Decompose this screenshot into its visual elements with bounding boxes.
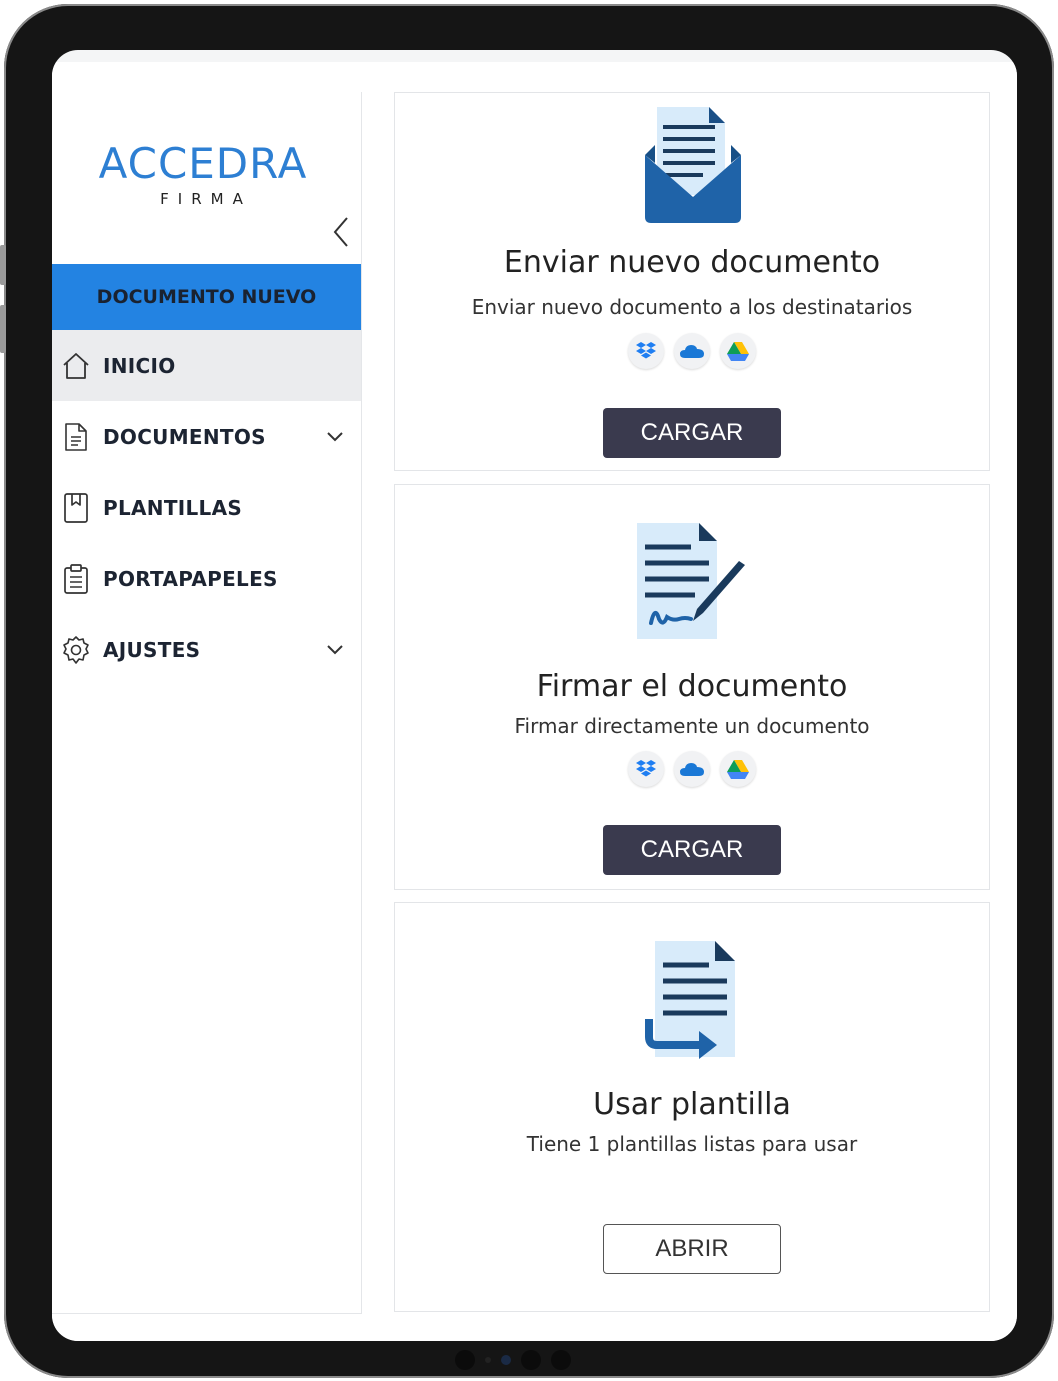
onedrive-icon[interactable] [674, 333, 710, 369]
volume-down-button [0, 305, 6, 353]
sign-document-icon [637, 523, 745, 639]
dropbox-icon[interactable] [628, 333, 664, 369]
sidebar-item-label: PLANTILLAS [103, 495, 243, 520]
template-icon [60, 492, 92, 524]
home-icon [60, 350, 92, 382]
collapse-sidebar-button[interactable] [326, 212, 356, 252]
card-title: Firmar el documento [536, 669, 848, 704]
gear-icon [60, 634, 92, 666]
sidebar-item-documentos[interactable]: DOCUMENTOS [52, 401, 361, 472]
sidebar-item-plantillas[interactable]: PLANTILLAS [52, 472, 361, 543]
camera-dot [485, 1357, 491, 1363]
card-description: Enviar nuevo documento a los destinatari… [471, 295, 913, 319]
card-title: Enviar nuevo documento [503, 245, 881, 280]
camera-dot [551, 1350, 571, 1370]
sidebar: ACCEDRA FIRMA DOCUMENTO NUEVO INICIO DOC… [52, 92, 362, 1314]
brand-subtitle: FIRMA [160, 190, 252, 208]
volume-up-button [0, 245, 6, 285]
document-icon [60, 421, 92, 453]
template-document-icon [645, 941, 735, 1059]
cloud-sources [395, 751, 989, 787]
card-send-document: Enviar nuevo documento Enviar nuevo docu… [394, 92, 990, 471]
onedrive-icon[interactable] [674, 751, 710, 787]
google-drive-icon[interactable] [720, 333, 756, 369]
new-document-button[interactable]: DOCUMENTO NUEVO [52, 264, 361, 330]
camera-dot [455, 1350, 475, 1370]
upload-button[interactable]: CARGAR [603, 825, 781, 875]
tablet-screen: ACCEDRA FIRMA DOCUMENTO NUEVO INICIO DOC… [52, 50, 1017, 1341]
sidebar-item-ajustes[interactable]: AJUSTES [52, 614, 361, 685]
chevron-down-icon[interactable] [325, 640, 345, 660]
sidebar-nav: INICIO DOCUMENTOS PLANTILLAS PORTAPAPELE… [52, 330, 361, 685]
chevron-down-icon[interactable] [325, 427, 345, 447]
app: ACCEDRA FIRMA DOCUMENTO NUEVO INICIO DOC… [52, 62, 1017, 1341]
sidebar-item-label: DOCUMENTOS [103, 424, 266, 449]
card-use-template: Usar plantilla Tiene 1 plantillas listas… [394, 902, 990, 1312]
brand-name: ACCEDRA [98, 139, 308, 188]
card-sign-document: Firmar el documento Firmar directamente … [394, 484, 990, 890]
sidebar-item-label: AJUSTES [103, 637, 201, 662]
card-description: Firmar directamente un documento [514, 714, 870, 738]
brand-logo: ACCEDRA FIRMA [52, 139, 354, 209]
dropbox-icon[interactable] [628, 751, 664, 787]
card-description: Tiene 1 plantillas listas para usar [526, 1132, 858, 1156]
envelope-document-icon [645, 107, 741, 223]
camera-array [455, 1350, 571, 1370]
tablet-frame: ACCEDRA FIRMA DOCUMENTO NUEVO INICIO DOC… [4, 4, 1054, 1378]
sidebar-item-inicio[interactable]: INICIO [52, 330, 361, 401]
chevron-left-icon [333, 217, 348, 247]
sidebar-item-portapapeles[interactable]: PORTAPAPELES [52, 543, 361, 614]
sidebar-item-label: PORTAPAPELES [103, 566, 278, 591]
cloud-sources [395, 333, 989, 369]
camera-lens [501, 1355, 511, 1365]
google-drive-icon[interactable] [720, 751, 756, 787]
camera-dot [521, 1350, 541, 1370]
upload-button[interactable]: CARGAR [603, 408, 781, 458]
open-button[interactable]: ABRIR [603, 1224, 781, 1274]
clipboard-icon [60, 563, 92, 595]
sidebar-item-label: INICIO [103, 353, 176, 378]
card-title: Usar plantilla [593, 1087, 791, 1122]
